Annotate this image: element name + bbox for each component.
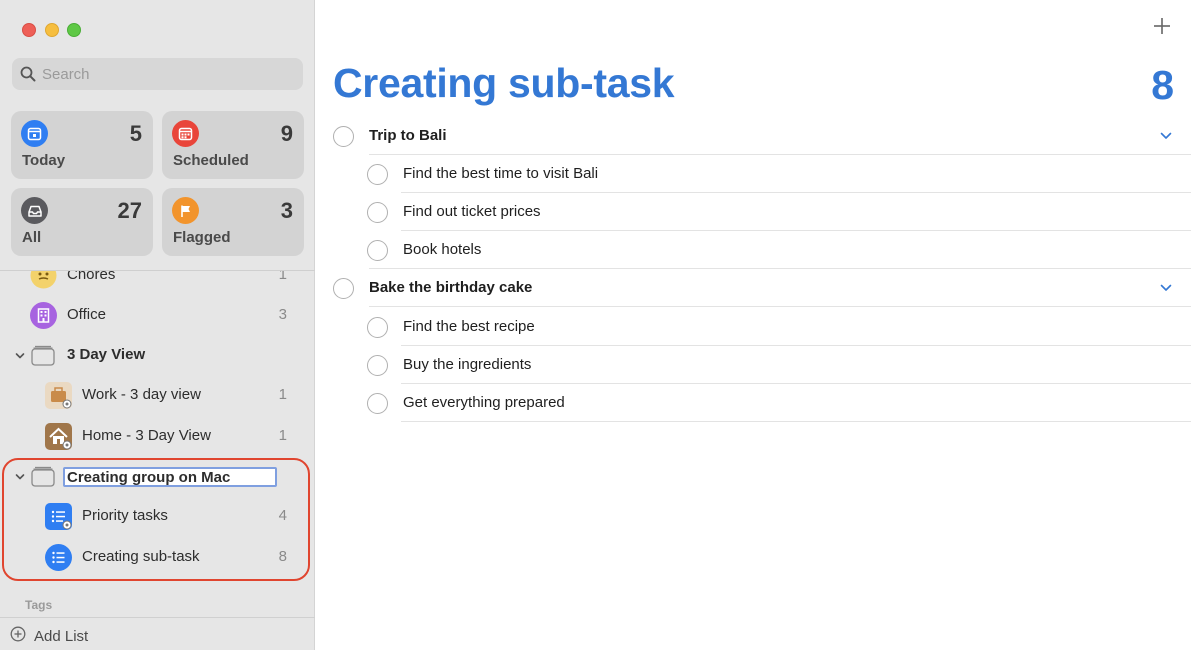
sidebar-item-label: Priority tasks [82,507,168,524]
task-checkbox[interactable] [367,240,388,261]
tray-icon [21,197,48,224]
sidebar-item-count: 1 [278,386,287,403]
flagged-count: 3 [280,198,293,223]
smart-list-today[interactable]: 5 Today [11,111,153,179]
my-lists: Chores 1 Office 3 3 Day View Work - 3 da… [0,271,315,617]
group-label: 3 Day View [67,346,146,363]
task-checkbox[interactable] [367,164,388,185]
subtask-row[interactable]: Find out ticket prices [316,193,1191,231]
smart-list-scheduled[interactable]: 9 Scheduled [162,111,304,179]
page-title: Creating sub-task [333,60,675,106]
list-icon [45,503,72,530]
calendar-icon [21,120,48,147]
sidebar-item-home-3-day-view[interactable]: Home - 3 Day View 1 [0,417,315,455]
building-icon [30,302,57,329]
flag-icon [172,197,199,224]
chevron-down-icon[interactable] [14,470,26,488]
sidebar-item-label: Home - 3 Day View [82,427,211,444]
home-icon [45,423,72,450]
separator [401,421,1191,422]
minimize-window-button[interactable] [45,23,59,37]
scheduled-count: 9 [280,121,293,146]
sidebar-item-work-3-day-view[interactable]: Work - 3 day view 1 [0,376,315,414]
task-title[interactable]: Get everything prepared [403,394,565,411]
subtask-row[interactable]: Find the best time to visit Bali [316,155,1191,193]
smart-list-all[interactable]: 27 All [11,188,153,256]
subtask-row[interactable]: Get everything prepared [316,384,1191,422]
sidebar-item-count: 8 [278,548,287,565]
sidebar-footer: Add List [0,617,315,650]
plus-circle-icon [10,626,26,646]
chevron-down-icon[interactable] [14,349,26,367]
task-checkbox[interactable] [367,202,388,223]
separator [369,306,1191,307]
sidebar-item-chores[interactable]: Chores 1 [0,271,315,294]
close-window-button[interactable] [22,23,36,37]
task-title[interactable]: Bake the birthday cake [369,279,532,296]
maximize-window-button[interactable] [67,23,81,37]
task-checkbox[interactable] [367,393,388,414]
chevron-down-icon[interactable] [1159,129,1173,148]
sidebar-item-count: 3 [278,306,287,323]
scheduled-label: Scheduled [173,152,249,169]
sidebar-group-3-day-view[interactable]: 3 Day View [0,336,315,374]
task-title[interactable]: Book hotels [403,241,481,258]
group-folder-icon [31,344,55,371]
task-row[interactable]: Bake the birthday cake [316,269,1191,307]
sidebar-item-office[interactable]: Office 3 [0,296,315,334]
chores-icon [30,271,57,289]
smart-list-flagged[interactable]: 3 Flagged [162,188,304,256]
sidebar-item-label: Work - 3 day view [82,386,201,403]
all-count: 27 [117,198,142,223]
work-icon [45,382,72,409]
search-icon [20,66,36,87]
subtask-row[interactable]: Book hotels [316,231,1191,269]
sidebar-item-priority-tasks[interactable]: Priority tasks 4 [0,497,315,535]
task-title[interactable]: Find the best time to visit Bali [403,165,598,182]
add-reminder-button[interactable] [1153,17,1171,40]
task-title[interactable]: Buy the ingredients [403,356,531,373]
sidebar-item-label: Creating sub-task [82,548,200,565]
today-label: Today [22,152,66,169]
sidebar-item-count: 1 [278,427,287,444]
subtask-row[interactable]: Buy the ingredients [316,346,1191,384]
reminder-count: 8 [1151,62,1174,108]
chevron-down-icon[interactable] [1159,281,1173,300]
task-title[interactable]: Find out ticket prices [403,203,541,220]
sidebar-item-count: 4 [278,507,287,524]
search-input[interactable] [42,58,292,90]
list-icon [45,544,72,571]
sidebar-item-count: 1 [278,271,287,283]
group-folder-icon [31,465,55,492]
task-row[interactable]: Trip to Bali [316,117,1191,155]
sidebar-item-label: Office [67,306,106,323]
calendar-grid-icon [172,120,199,147]
flagged-label: Flagged [173,229,231,246]
sidebar-item-label: Chores [67,271,116,283]
add-list-label: Add List [34,627,89,645]
task-checkbox[interactable] [367,317,388,338]
sidebar: 5 Today 9 Scheduled 27 All 3 Flagged Cho… [0,0,315,650]
add-list-button[interactable]: Add List [10,626,88,646]
main-content: Creating sub-task 8 Trip to Bali Find th… [316,0,1191,650]
task-title[interactable]: Trip to Bali [369,127,447,144]
today-count: 5 [129,121,142,146]
task-checkbox[interactable] [367,355,388,376]
subtask-row[interactable]: Find the best recipe [316,308,1191,346]
tags-header: Tags [25,598,53,612]
search-field[interactable] [12,58,303,90]
sidebar-item-creating-sub-task[interactable]: Creating sub-task 8 [0,538,315,576]
task-checkbox[interactable] [333,278,354,299]
group-rename-input[interactable] [63,467,277,487]
task-checkbox[interactable] [333,126,354,147]
task-title[interactable]: Find the best recipe [403,318,535,335]
all-label: All [22,229,42,246]
